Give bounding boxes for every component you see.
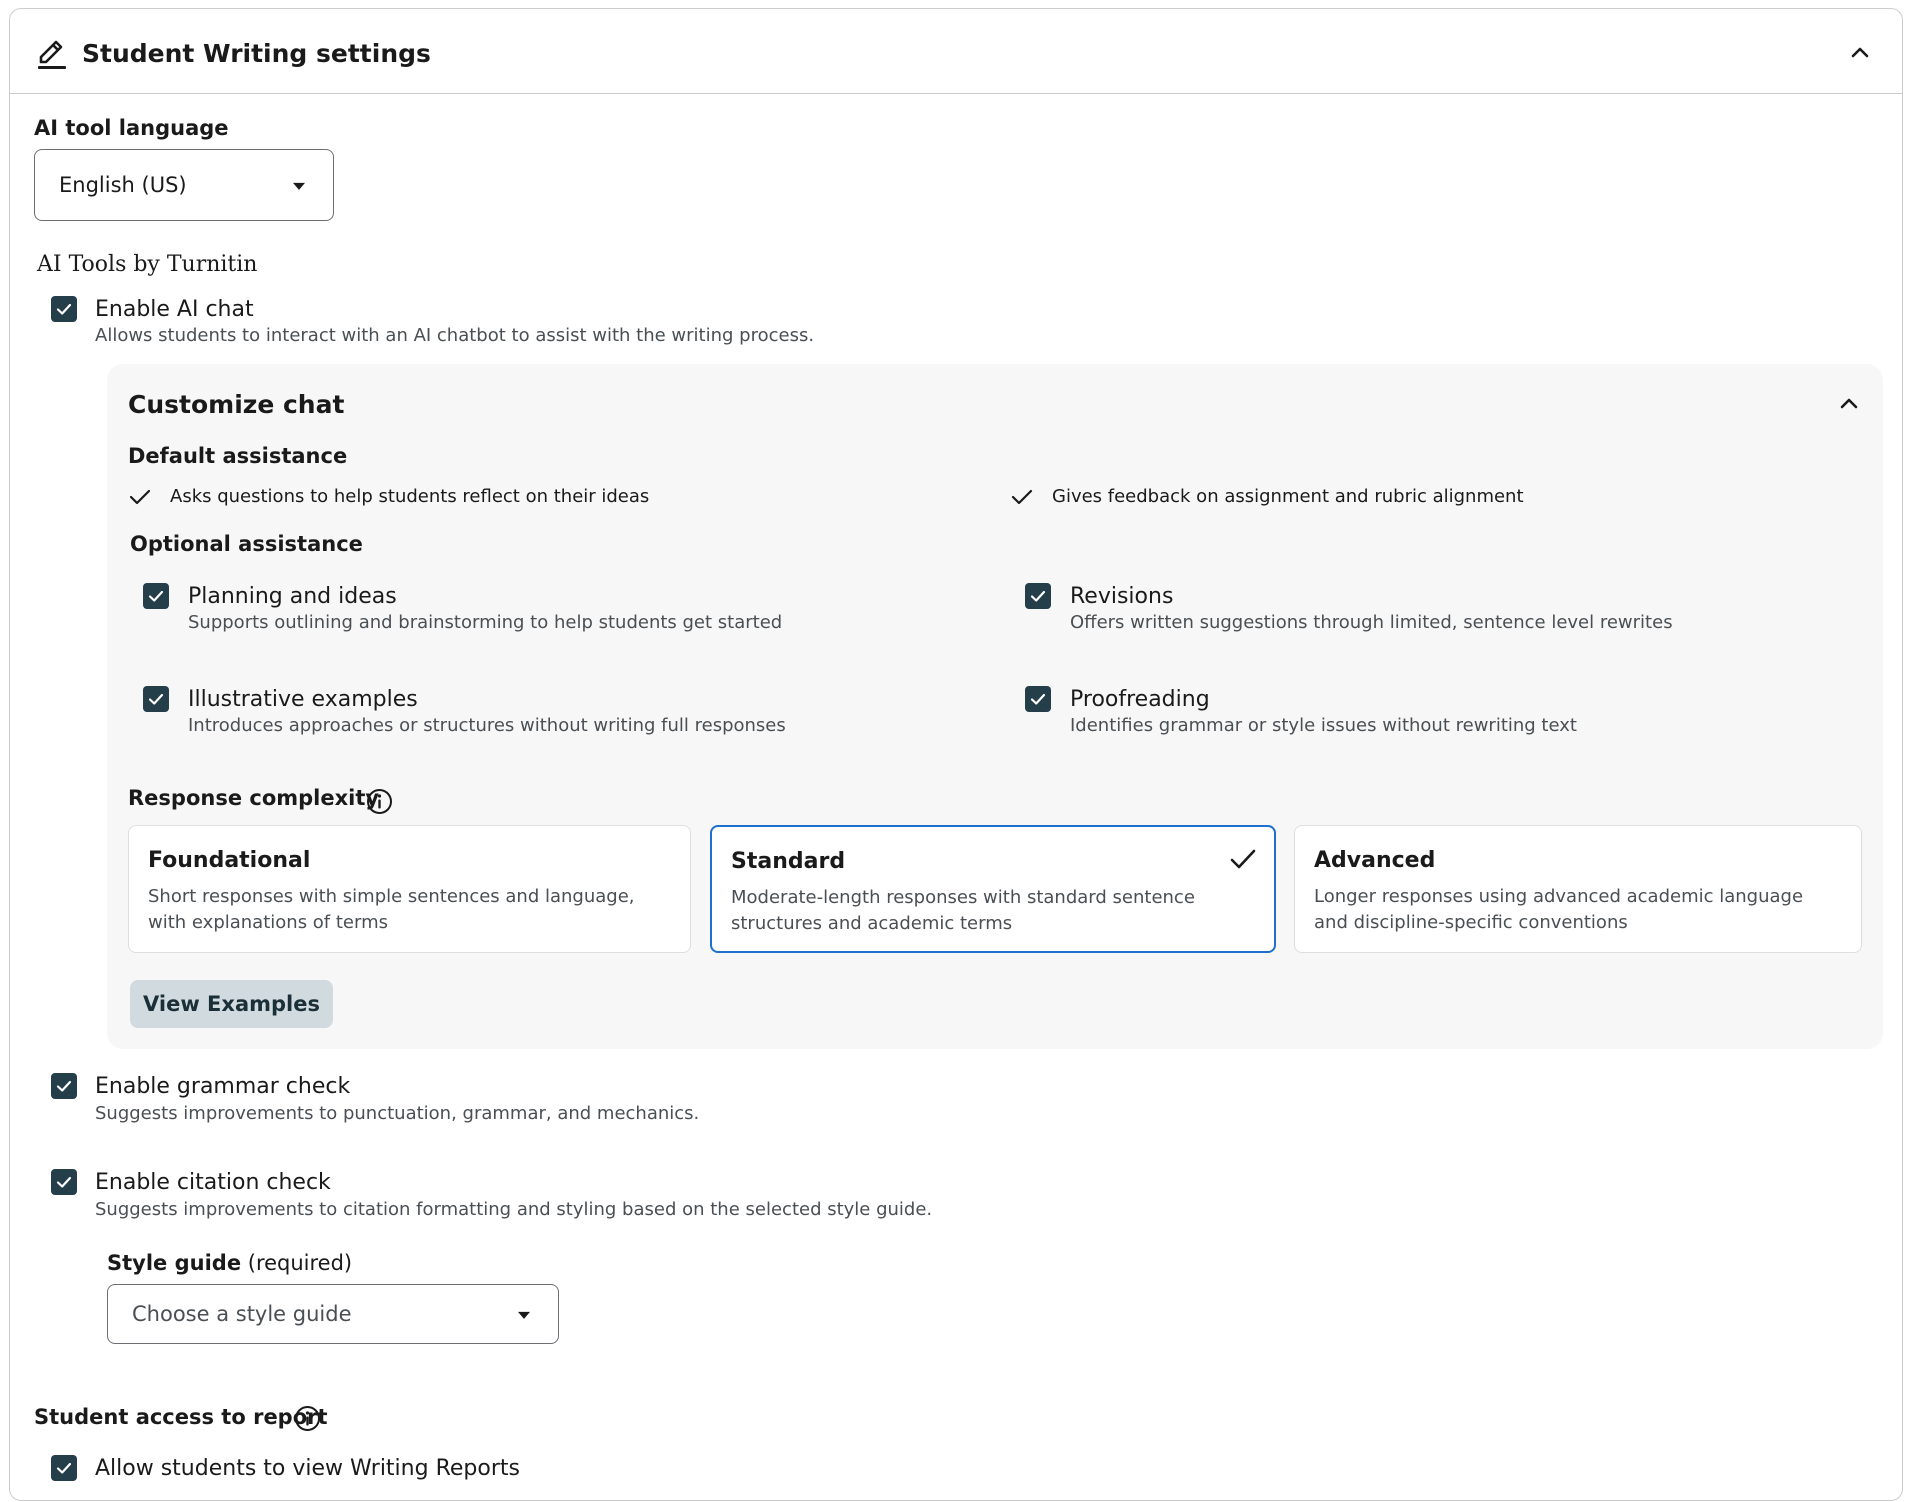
ai-chat-checkbox[interactable] (51, 296, 77, 322)
optional-desc: Offers written suggestions through limit… (1070, 612, 1673, 633)
planning-checkbox[interactable] (143, 583, 169, 609)
default-item-text: Asks questions to help students reflect … (170, 486, 650, 507)
language-select[interactable]: English (US) (34, 149, 334, 221)
style-guide-required: (required) (247, 1251, 353, 1275)
style-guide-label-text: Style guide (107, 1251, 242, 1275)
language-value: English (US) (59, 173, 187, 197)
proofreading-checkbox[interactable] (1025, 686, 1051, 712)
check-icon (1011, 489, 1033, 505)
citation-description: Suggests improvements to citation format… (95, 1199, 933, 1220)
grammar-checkbox[interactable] (51, 1073, 77, 1099)
card-desc: Moderate-length responses with standard … (731, 887, 1195, 934)
caret-down-icon (518, 1311, 530, 1319)
complexity-option-foundational[interactable]: Foundational Short responses with simple… (128, 825, 691, 953)
style-guide-placeholder: Choose a style guide (132, 1302, 352, 1326)
optional-desc: Introduces approaches or structures with… (188, 715, 786, 736)
check-icon (56, 1176, 72, 1188)
complexity-option-advanced[interactable]: Advanced Longer responses using advanced… (1294, 825, 1862, 953)
default-item-text: Gives feedback on assignment and rubric … (1052, 486, 1524, 507)
grammar-label: Enable grammar check (95, 1074, 351, 1099)
language-label: AI tool language (34, 116, 229, 140)
chevron-up-icon[interactable] (1848, 41, 1872, 65)
card-title: Foundational (148, 848, 311, 873)
optional-title: Illustrative examples (188, 687, 418, 712)
card-title: Standard (731, 849, 846, 874)
grammar-description: Suggests improvements to punctuation, gr… (95, 1103, 700, 1124)
settings-panel: Student Writing settings AI tool languag… (9, 8, 1903, 1501)
revisions-checkbox[interactable] (1025, 583, 1051, 609)
view-examples-button[interactable]: View Examples (130, 980, 333, 1028)
citation-label: Enable citation check (95, 1170, 331, 1195)
check-icon (56, 1462, 72, 1474)
style-guide-select[interactable]: Choose a style guide (107, 1284, 559, 1344)
check-icon (148, 693, 164, 705)
default-assistance-heading: Default assistance (128, 444, 348, 468)
optional-desc: Identifies grammar or style issues witho… (1070, 715, 1577, 736)
style-guide-label: Style guide (required) (107, 1251, 352, 1275)
report-heading: Student access to report (34, 1405, 328, 1429)
check-icon (1030, 590, 1046, 602)
ai-chat-description: Allows students to interact with an AI c… (95, 325, 815, 346)
info-icon[interactable] (366, 788, 393, 815)
optional-title: Proofreading (1070, 687, 1210, 712)
panel-header[interactable]: Student Writing settings (10, 9, 1902, 94)
check-icon (129, 489, 151, 505)
check-icon (148, 590, 164, 602)
optional-assistance-heading: Optional assistance (130, 532, 363, 556)
check-icon (1230, 849, 1256, 869)
chevron-up-icon[interactable] (1837, 392, 1861, 416)
customize-chat-section: Customize chat Default assistance Asks q… (107, 364, 1883, 1049)
caret-down-icon (293, 182, 305, 190)
view-reports-checkbox[interactable] (51, 1455, 77, 1481)
response-complexity-heading: Response complexity (128, 786, 380, 810)
default-item: Asks questions to help students reflect … (128, 485, 928, 511)
card-title: Advanced (1314, 848, 1436, 873)
customize-chat-title: Customize chat (128, 390, 345, 419)
default-item: Gives feedback on assignment and rubric … (1010, 485, 1810, 511)
pencil-icon (38, 40, 66, 69)
ai-chat-label: Enable AI chat (95, 297, 254, 322)
panel-title: Student Writing settings (82, 39, 431, 68)
check-icon (1030, 693, 1046, 705)
optional-desc: Supports outlining and brainstorming to … (188, 612, 783, 633)
card-desc: Longer responses using advanced academic… (1314, 886, 1804, 933)
citation-checkbox[interactable] (51, 1169, 77, 1195)
illustrative-examples-checkbox[interactable] (143, 686, 169, 712)
view-reports-label: Allow students to view Writing Reports (95, 1456, 520, 1481)
optional-title: Planning and ideas (188, 584, 397, 609)
info-icon[interactable] (294, 1405, 321, 1432)
complexity-option-standard[interactable]: Standard Moderate-length responses with … (710, 825, 1276, 953)
ai-tools-heading: AI Tools by Turnitin (37, 252, 258, 277)
card-desc: Short responses with simple sentences an… (148, 886, 635, 933)
optional-title: Revisions (1070, 584, 1174, 609)
check-icon (56, 1080, 72, 1092)
check-icon (56, 303, 72, 315)
